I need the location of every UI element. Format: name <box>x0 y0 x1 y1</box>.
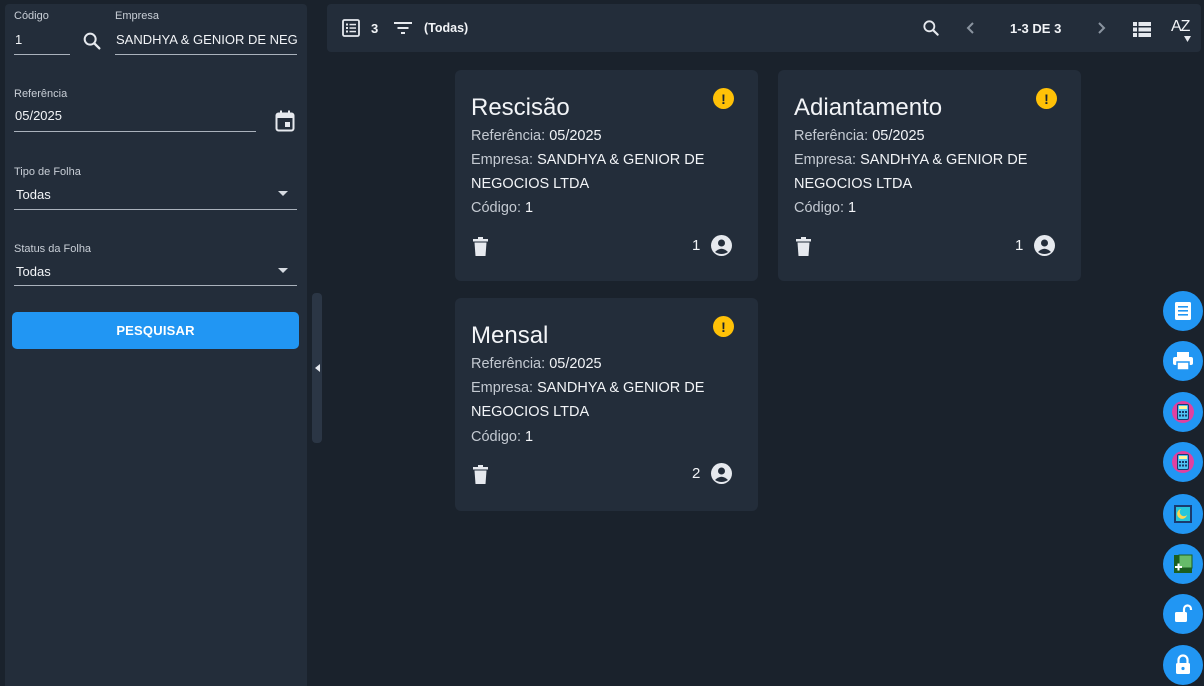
warning-icon: ! <box>713 316 734 337</box>
lock-button[interactable] <box>1163 645 1203 685</box>
calendar-icon[interactable] <box>273 109 297 133</box>
filter-panel: Código 1 Empresa SANDHYA & GENIOR DE NEG… <box>5 4 307 686</box>
list-view-icon[interactable] <box>340 17 362 39</box>
pagination-label: 1-3 DE 3 <box>1010 21 1062 36</box>
delete-icon[interactable] <box>471 463 489 485</box>
status-folha-underline <box>14 285 297 286</box>
ref-label: Referência: <box>471 356 546 372</box>
card-title: Mensal <box>471 322 549 349</box>
empresa-input[interactable]: SANDHYA & GENIOR DE NEGO <box>116 32 297 47</box>
emp-label: Empresa: <box>794 152 857 168</box>
night-mode-button[interactable] <box>1163 494 1203 534</box>
account-circle-icon <box>710 462 732 484</box>
empresa-underline <box>115 54 297 55</box>
payroll-card[interactable]: Rescisão ! Referência: 05/2025 Empresa: … <box>455 70 758 281</box>
tipo-folha-select[interactable]: Todas <box>16 187 51 202</box>
card-empresa: Empresa: SANDHYA & GENIOR DE NEGOCIOS LT… <box>471 376 741 424</box>
referencia-underline <box>14 131 256 132</box>
cod-value: 1 <box>848 200 857 216</box>
employee-count: 2 <box>692 465 701 482</box>
chevron-down-icon[interactable] <box>278 268 288 273</box>
tipo-folha-underline <box>14 209 297 210</box>
referencia-label: Referência <box>14 88 68 100</box>
payroll-card[interactable]: Adiantamento ! Referência: 05/2025 Empre… <box>778 70 1081 281</box>
delete-icon[interactable] <box>471 235 489 257</box>
account-circle-icon <box>710 234 732 256</box>
card-title: Rescisão <box>471 94 570 121</box>
warning-icon: ! <box>1036 88 1057 109</box>
search-icon[interactable] <box>920 17 942 39</box>
cod-label: Código: <box>471 200 521 216</box>
unlock-button[interactable] <box>1163 594 1203 634</box>
calculator-icon <box>1172 451 1194 473</box>
chevron-left-icon <box>314 364 320 372</box>
card-codigo: Código: 1 <box>471 425 741 449</box>
ref-value: 05/2025 <box>549 356 602 372</box>
card-title: Adiantamento <box>794 94 943 121</box>
ref-label: Referência: <box>794 128 869 144</box>
emp-label: Empresa: <box>471 380 534 396</box>
result-count: 3 <box>371 21 379 36</box>
account-circle-icon <box>1033 234 1055 256</box>
sort-az-icon[interactable]: AZ <box>1171 18 1190 36</box>
chevron-down-icon[interactable] <box>278 191 288 196</box>
empresa-label: Empresa <box>115 10 160 22</box>
emp-label: Empresa: <box>471 152 534 168</box>
filter-icon[interactable] <box>392 17 414 39</box>
delete-icon[interactable] <box>794 235 812 257</box>
sort-arrow-icon <box>1183 35 1191 43</box>
referencia-input[interactable]: 05/2025 <box>15 108 62 123</box>
cod-value: 1 <box>525 429 534 445</box>
card-referencia: Referência: 05/2025 <box>471 124 741 148</box>
card-referencia: Referência: 05/2025 <box>794 124 1064 148</box>
calculator-button[interactable] <box>1163 392 1203 432</box>
codigo-input[interactable]: 1 <box>15 32 65 47</box>
calculator-icon <box>1172 401 1194 423</box>
cod-label: Código: <box>794 200 844 216</box>
filter-summary: (Todas) <box>424 21 469 35</box>
card-codigo: Código: 1 <box>794 196 1064 220</box>
moon-icon <box>1174 505 1192 523</box>
codigo-underline <box>14 54 70 55</box>
ref-value: 05/2025 <box>549 128 602 144</box>
add-box-icon <box>1174 554 1193 573</box>
calculator-button[interactable] <box>1163 442 1203 482</box>
pesquisar-button[interactable]: PESQUISAR <box>12 312 299 349</box>
lock-open-icon <box>1175 604 1193 622</box>
results-toolbar: 3 (Todas) 1-3 DE 3 AZ <box>327 4 1201 52</box>
status-folha-select[interactable]: Todas <box>16 264 51 279</box>
add-entry-button[interactable] <box>1163 544 1203 584</box>
card-empresa: Empresa: SANDHYA & GENIOR DE NEGOCIOS LT… <box>471 148 741 196</box>
lock-icon <box>1176 654 1190 674</box>
warning-icon: ! <box>713 88 734 109</box>
card-codigo: Código: 1 <box>471 196 741 220</box>
tipo-folha-label: Tipo de Folha <box>14 166 81 178</box>
payroll-card[interactable]: Mensal ! Referência: 05/2025 Empresa: SA… <box>455 298 758 511</box>
print-button[interactable] <box>1163 341 1203 381</box>
employee-count: 1 <box>692 237 701 254</box>
codigo-label: Código <box>14 10 49 22</box>
cod-value: 1 <box>525 200 534 216</box>
view-list-icon[interactable] <box>1131 18 1153 40</box>
status-folha-label: Status da Folha <box>14 243 92 255</box>
receipt-button[interactable] <box>1163 291 1203 331</box>
card-empresa: Empresa: SANDHYA & GENIOR DE NEGOCIOS LT… <box>794 148 1064 196</box>
ref-label: Referência: <box>471 128 546 144</box>
chevron-right-icon[interactable] <box>1091 18 1111 38</box>
search-icon[interactable] <box>80 29 104 53</box>
cod-label: Código: <box>471 429 521 445</box>
receipt-icon <box>1175 302 1191 320</box>
employee-count: 1 <box>1015 237 1024 254</box>
collapse-panel-handle[interactable] <box>312 293 322 443</box>
ref-value: 05/2025 <box>872 128 925 144</box>
card-referencia: Referência: 05/2025 <box>471 352 741 376</box>
print-icon <box>1173 352 1193 370</box>
chevron-left-icon[interactable] <box>961 18 981 38</box>
